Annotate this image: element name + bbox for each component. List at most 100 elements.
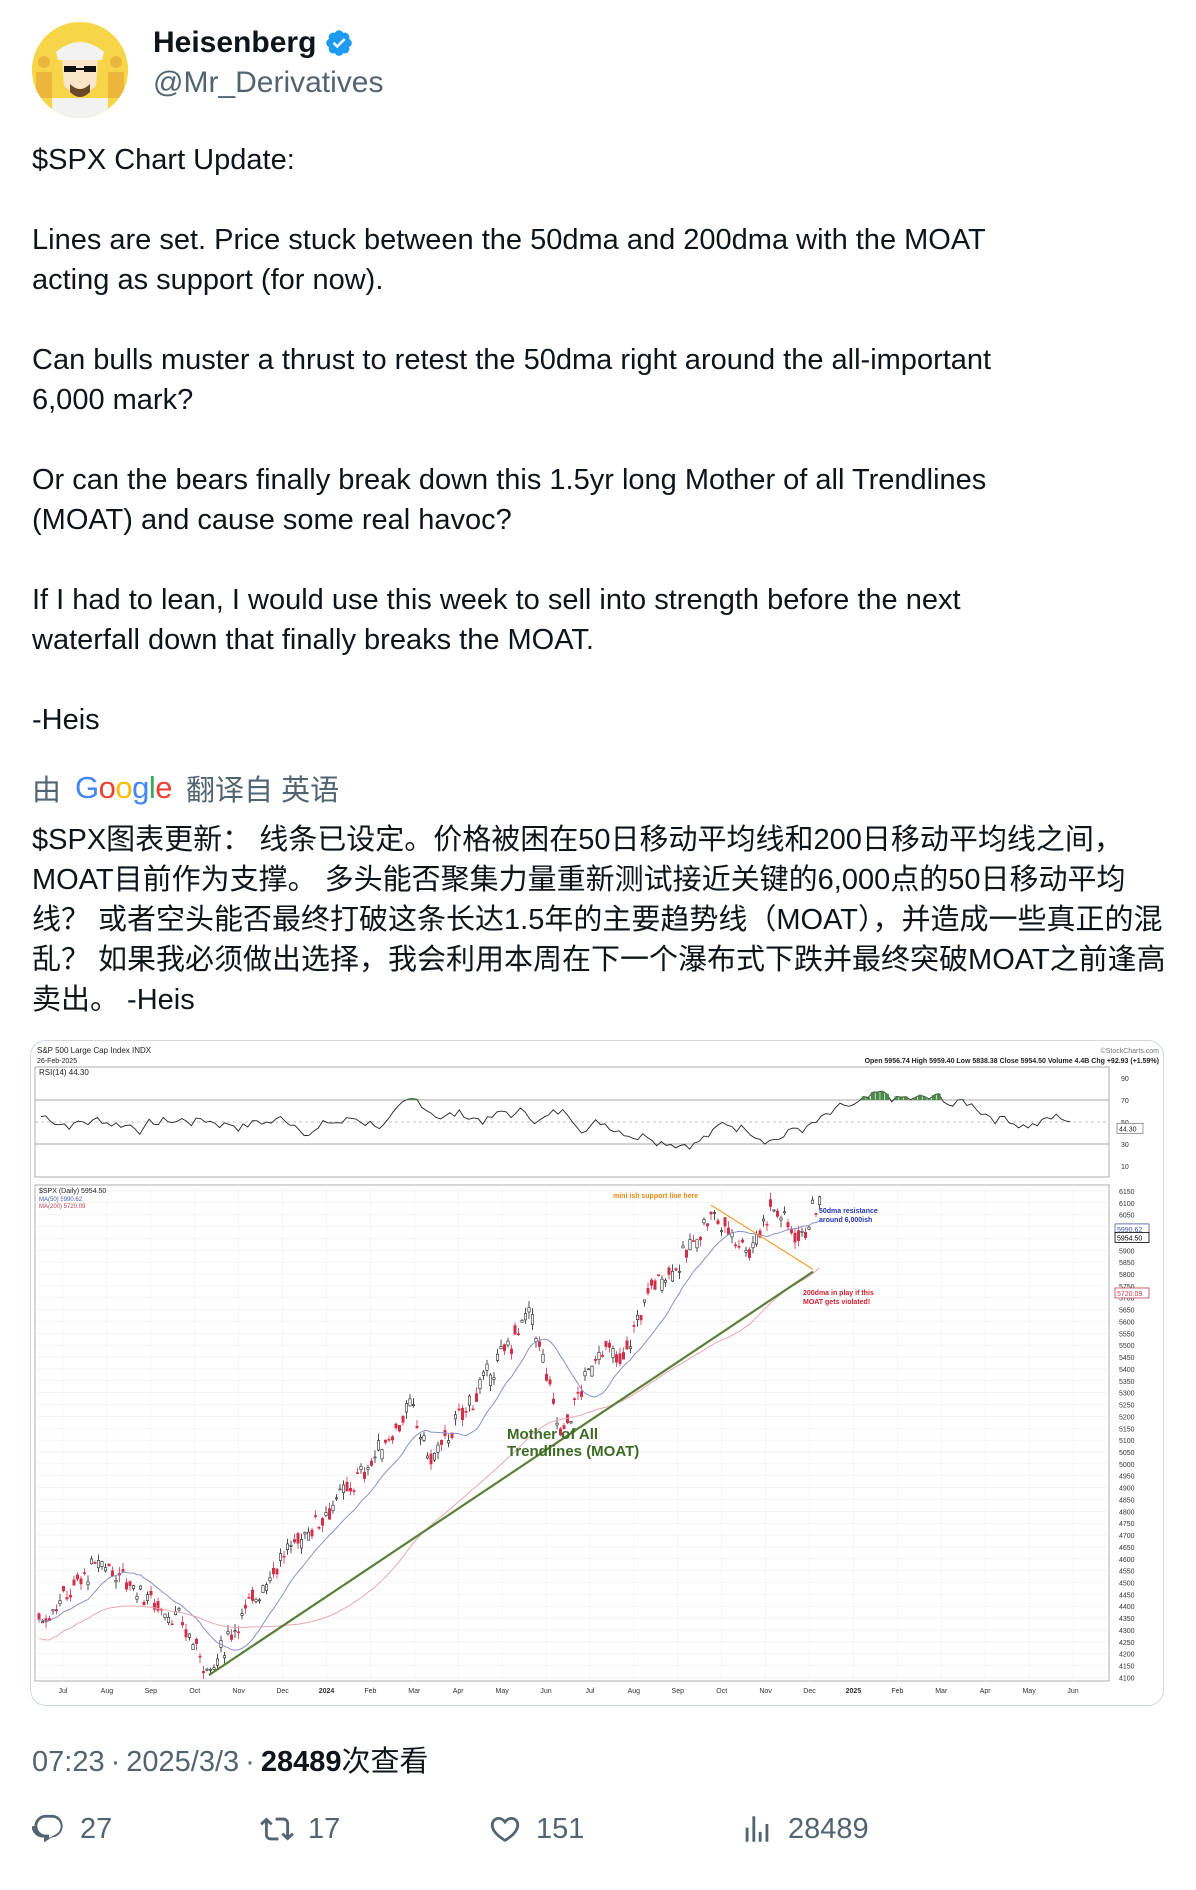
annotation-200dma: 200dma in play if this: [803, 1290, 874, 1297]
candle-body: [268, 1577, 272, 1582]
rsi-overbought-fill: [913, 1097, 918, 1100]
candle-body: [79, 1578, 83, 1585]
candle-body: [97, 1560, 101, 1569]
candle-body: [93, 1562, 97, 1564]
candle-body: [369, 1460, 373, 1466]
candle-body: [793, 1232, 797, 1243]
candle-body: [471, 1408, 475, 1411]
rsi-overbought-fill: [880, 1091, 885, 1100]
reply-icon: [32, 1814, 63, 1843]
candle-body: [142, 1601, 146, 1606]
candle-body: [604, 1341, 608, 1347]
price-tick-label: 4100: [1119, 1675, 1135, 1682]
candle-body: [411, 1404, 415, 1407]
annotation-support: mini ish support line here: [613, 1193, 698, 1200]
candle-body: [782, 1211, 786, 1214]
avatar[interactable]: [32, 22, 128, 118]
translation-attribution[interactable]: 由 Google 翻译自 英语: [32, 768, 339, 808]
candle-body: [265, 1584, 269, 1591]
ma200-label: MA(200) 5720.09: [39, 1204, 86, 1210]
price-tick-label: 4200: [1119, 1652, 1135, 1659]
candle-body: [230, 1634, 234, 1640]
tweet-time[interactable]: 07:23: [32, 1746, 105, 1779]
x-axis-label: Dec: [276, 1688, 289, 1695]
candle-body: [247, 1597, 251, 1599]
candle-body: [163, 1613, 167, 1618]
candle-body: [719, 1230, 723, 1232]
price-tick-label: 5600: [1119, 1319, 1135, 1326]
candle-body: [467, 1395, 471, 1406]
display-name[interactable]: Heisenberg: [153, 26, 316, 60]
x-axis-label: Jul: [59, 1688, 68, 1695]
repost-button[interactable]: 17: [260, 1812, 340, 1846]
candle-body: [286, 1543, 290, 1550]
candle-body: [530, 1314, 534, 1325]
candle-body: [646, 1288, 650, 1294]
x-axis-label: Sep: [672, 1688, 685, 1695]
reply-button[interactable]: 27: [32, 1812, 112, 1846]
price-tick-label: 5800: [1119, 1272, 1135, 1279]
tweet-meta: 07:23 · 2025/3/3 · 28489次查看: [32, 1746, 429, 1779]
price-tick-label: 5000: [1119, 1462, 1135, 1469]
candle-body: [576, 1392, 580, 1394]
annotation-50dma: around 6,000ish: [819, 1217, 872, 1224]
price-tick-label: 5300: [1119, 1391, 1135, 1398]
like-button[interactable]: 151: [488, 1812, 584, 1846]
candle-body: [170, 1623, 174, 1626]
x-axis-label: Jun: [540, 1688, 551, 1695]
translation-suffix: 翻译自 英语: [186, 775, 340, 807]
candle-body: [600, 1354, 604, 1357]
candle-body: [373, 1456, 377, 1459]
views-action-count: 28489: [788, 1812, 869, 1845]
tweet-paragraph: -Heis: [32, 704, 100, 736]
x-axis-label: Oct: [189, 1688, 200, 1695]
candle-body: [111, 1570, 115, 1577]
candle-body: [345, 1481, 349, 1492]
candle-body: [488, 1374, 492, 1387]
like-count: 151: [536, 1812, 585, 1845]
candle-body: [58, 1600, 62, 1604]
candle-body: [432, 1452, 436, 1461]
candle-body: [275, 1568, 279, 1575]
candle-body: [768, 1199, 772, 1207]
candle-body: [334, 1497, 338, 1500]
candle-body: [478, 1379, 482, 1390]
views-label: 次查看: [341, 1746, 429, 1778]
candle-body: [82, 1572, 86, 1574]
candle-body: [583, 1371, 587, 1377]
candle-body: [516, 1333, 520, 1335]
rsi-overbought-fill: [875, 1092, 880, 1100]
price-tick-label: 4500: [1119, 1581, 1135, 1588]
candle-body: [61, 1586, 65, 1592]
candle-body: [628, 1346, 632, 1349]
candle-body: [670, 1270, 674, 1282]
chart-image[interactable]: S&P 500 Large Cap Index INDX 26-Feb-2025 ©…: [30, 1040, 1164, 1706]
rsi-tick-label: 70: [1121, 1098, 1129, 1105]
heart-icon: [490, 1816, 520, 1842]
price-tick-label: 4600: [1119, 1557, 1135, 1564]
price-tick-label: 4150: [1119, 1664, 1135, 1671]
candle-body: [593, 1359, 597, 1361]
candle-body: [446, 1440, 450, 1444]
candle-body: [649, 1279, 653, 1286]
candle-body: [415, 1425, 419, 1428]
candle-body: [590, 1365, 594, 1377]
candle-body: [523, 1313, 527, 1321]
candle-body: [460, 1407, 464, 1421]
candle-body: [803, 1231, 807, 1238]
tweet-header: Heisenberg @Mr_Derivatives: [32, 22, 1162, 122]
x-axis-label: Apr: [453, 1688, 465, 1695]
tweet-date[interactable]: 2025/3/3: [126, 1746, 239, 1779]
x-axis-label: Dec: [803, 1688, 816, 1695]
price-tick-label: 4450: [1119, 1592, 1135, 1599]
candle-body: [506, 1340, 510, 1346]
candle-body: [258, 1599, 262, 1602]
spx-chart: S&P 500 Large Cap Index INDX 26-Feb-2025 ©…: [34, 1046, 1159, 1695]
x-axis-label: Oct: [716, 1688, 727, 1695]
candle-body: [149, 1590, 153, 1596]
candle-body: [723, 1217, 727, 1227]
rsi-overbought-fill: [922, 1096, 927, 1100]
user-handle[interactable]: @Mr_Derivatives: [153, 66, 384, 100]
candle-body: [607, 1342, 611, 1348]
views-button[interactable]: 28489: [740, 1812, 869, 1846]
